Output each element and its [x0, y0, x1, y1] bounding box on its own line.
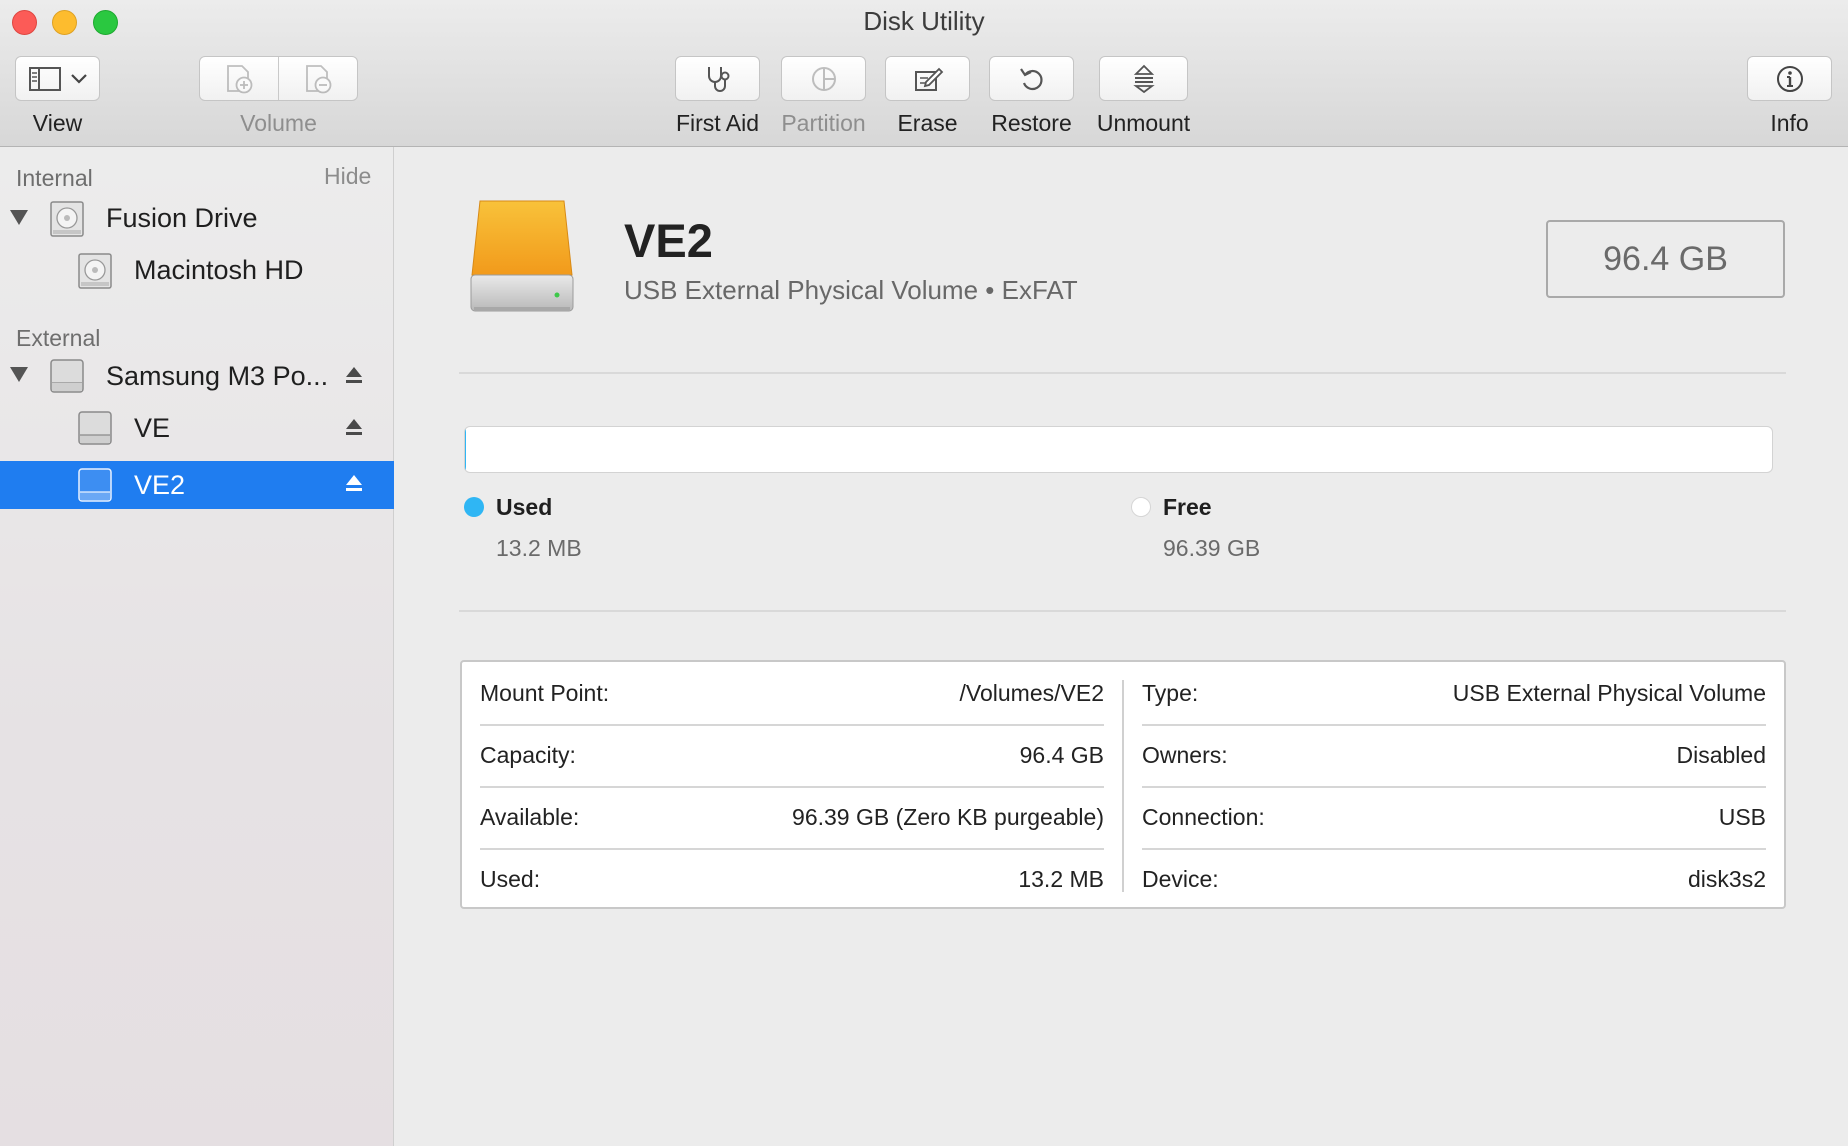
- sidebar-item-label: Macintosh HD: [134, 255, 304, 285]
- info-key: Capacity:: [480, 742, 576, 768]
- free-value: 96.39 GB: [1163, 535, 1261, 561]
- info-column-left: Mount Point: /Volumes/VE2 Capacity: 96.4…: [462, 662, 1122, 907]
- external-disk-icon: [78, 411, 112, 445]
- volume-label: Volume: [240, 110, 317, 136]
- info-value: disk3s2: [1688, 866, 1766, 892]
- info-row-capacity: Capacity: 96.4 GB: [480, 724, 1104, 786]
- info-value: 13.2 MB: [1018, 866, 1104, 892]
- volume-size-box: 96.4 GB: [1546, 220, 1785, 298]
- add-volume-button[interactable]: [200, 57, 278, 100]
- usage-bar: [464, 426, 1773, 473]
- external-section-header: External: [16, 325, 101, 351]
- info-key: Available:: [480, 804, 580, 830]
- volume-subtitle: USB External Physical Volume • ExFAT: [624, 275, 1078, 305]
- divider: [459, 610, 1786, 612]
- sidebar-item-samsung-m3[interactable]: Samsung M3 Po...: [0, 351, 394, 401]
- info-key: Owners:: [1142, 742, 1228, 768]
- view-button[interactable]: [15, 56, 100, 101]
- info-row-mount-point: Mount Point: /Volumes/VE2: [480, 662, 1104, 724]
- external-disk-icon: [50, 359, 84, 393]
- unmount-label: Unmount: [1096, 110, 1191, 136]
- partition-button[interactable]: [781, 56, 866, 101]
- free-legend-label: Free: [1163, 494, 1212, 520]
- window-title: Disk Utility: [863, 6, 985, 36]
- sidebar-item-macintosh-hd[interactable]: Macintosh HD: [0, 222, 394, 289]
- volume-segmented-control[interactable]: [199, 56, 358, 101]
- erase-button[interactable]: [885, 56, 970, 101]
- info-row-connection: Connection: USB: [1142, 786, 1766, 848]
- eject-icon[interactable]: [344, 473, 364, 493]
- sidebar: Internal Hide Fusion Drive Macintosh HD …: [0, 147, 394, 1146]
- free-legend-dot: [1131, 497, 1151, 517]
- sidebar-item-label: VE2: [134, 470, 186, 500]
- info-value: USB: [1718, 804, 1766, 830]
- info-button[interactable]: [1747, 56, 1832, 101]
- restore-button[interactable]: [989, 56, 1074, 101]
- info-key: Mount Point:: [480, 680, 610, 706]
- used-legend-label: Used: [496, 494, 553, 520]
- info-key: Device:: [1142, 866, 1219, 892]
- usb-drive-icon: [470, 200, 574, 312]
- used-value: 13.2 MB: [496, 535, 582, 561]
- info-row-device: Device: disk3s2: [1142, 848, 1766, 910]
- info-value: /Volumes/VE2: [959, 680, 1104, 706]
- volume-name: VE2: [624, 214, 713, 267]
- info-key: Connection:: [1142, 804, 1265, 830]
- info-row-type: Type: USB External Physical Volume: [1142, 662, 1766, 724]
- info-value: 96.39 GB (Zero KB purgeable): [792, 804, 1104, 830]
- sidebar-item-label: VE: [134, 413, 171, 443]
- partition-label: Partition: [781, 110, 866, 136]
- info-row-available: Available: 96.39 GB (Zero KB purgeable): [480, 786, 1104, 848]
- view-label: View: [32, 110, 83, 136]
- add-volume-icon: [227, 64, 253, 93]
- unmount-button[interactable]: [1099, 56, 1188, 101]
- remove-volume-button[interactable]: [279, 57, 357, 100]
- info-column-right: Type: USB External Physical Volume Owner…: [1124, 662, 1784, 907]
- toolbar: Disk Utility View Volume First Aid Parti…: [0, 0, 1848, 147]
- sidebar-item-ve2[interactable]: VE2: [0, 461, 394, 509]
- first-aid-label: First Aid: [675, 110, 760, 136]
- partition-icon: [811, 66, 836, 91]
- used-legend-dot: [464, 497, 484, 517]
- external-disk-icon: [78, 468, 112, 502]
- info-row-used: Used: 13.2 MB: [480, 848, 1104, 910]
- divider: [459, 372, 1786, 374]
- chevron-down-icon: [70, 73, 87, 84]
- restore-icon: [1019, 67, 1043, 90]
- volume-info-table: Mount Point: /Volumes/VE2 Capacity: 96.4…: [460, 660, 1786, 909]
- disclosure-triangle[interactable]: [10, 367, 28, 382]
- info-key: Type:: [1142, 680, 1199, 706]
- sidebar-item-label: Samsung M3 Po...: [106, 361, 329, 391]
- erase-label: Erase: [897, 110, 958, 136]
- unmount-icon: [1132, 64, 1155, 93]
- sidebar-item-fusion-drive[interactable]: Fusion Drive: [0, 170, 394, 237]
- info-row-owners: Owners: Disabled: [1142, 724, 1766, 786]
- info-label: Info: [1770, 110, 1809, 136]
- sidebar-item-ve[interactable]: VE: [0, 403, 394, 453]
- erase-icon: [914, 67, 943, 91]
- stethoscope-icon: [707, 66, 729, 92]
- eject-icon[interactable]: [344, 365, 364, 385]
- info-icon: [1776, 65, 1803, 92]
- restore-label: Restore: [991, 110, 1072, 136]
- info-value: 96.4 GB: [1019, 742, 1104, 768]
- remove-volume-icon: [306, 64, 332, 93]
- info-key: Used:: [480, 866, 541, 892]
- info-value: Disabled: [1676, 742, 1767, 768]
- sidebar-toggle-icon: [28, 66, 61, 91]
- info-value: USB External Physical Volume: [1452, 680, 1766, 706]
- eject-icon[interactable]: [344, 417, 364, 437]
- first-aid-button[interactable]: [675, 56, 760, 101]
- internal-disk-icon: [78, 253, 112, 289]
